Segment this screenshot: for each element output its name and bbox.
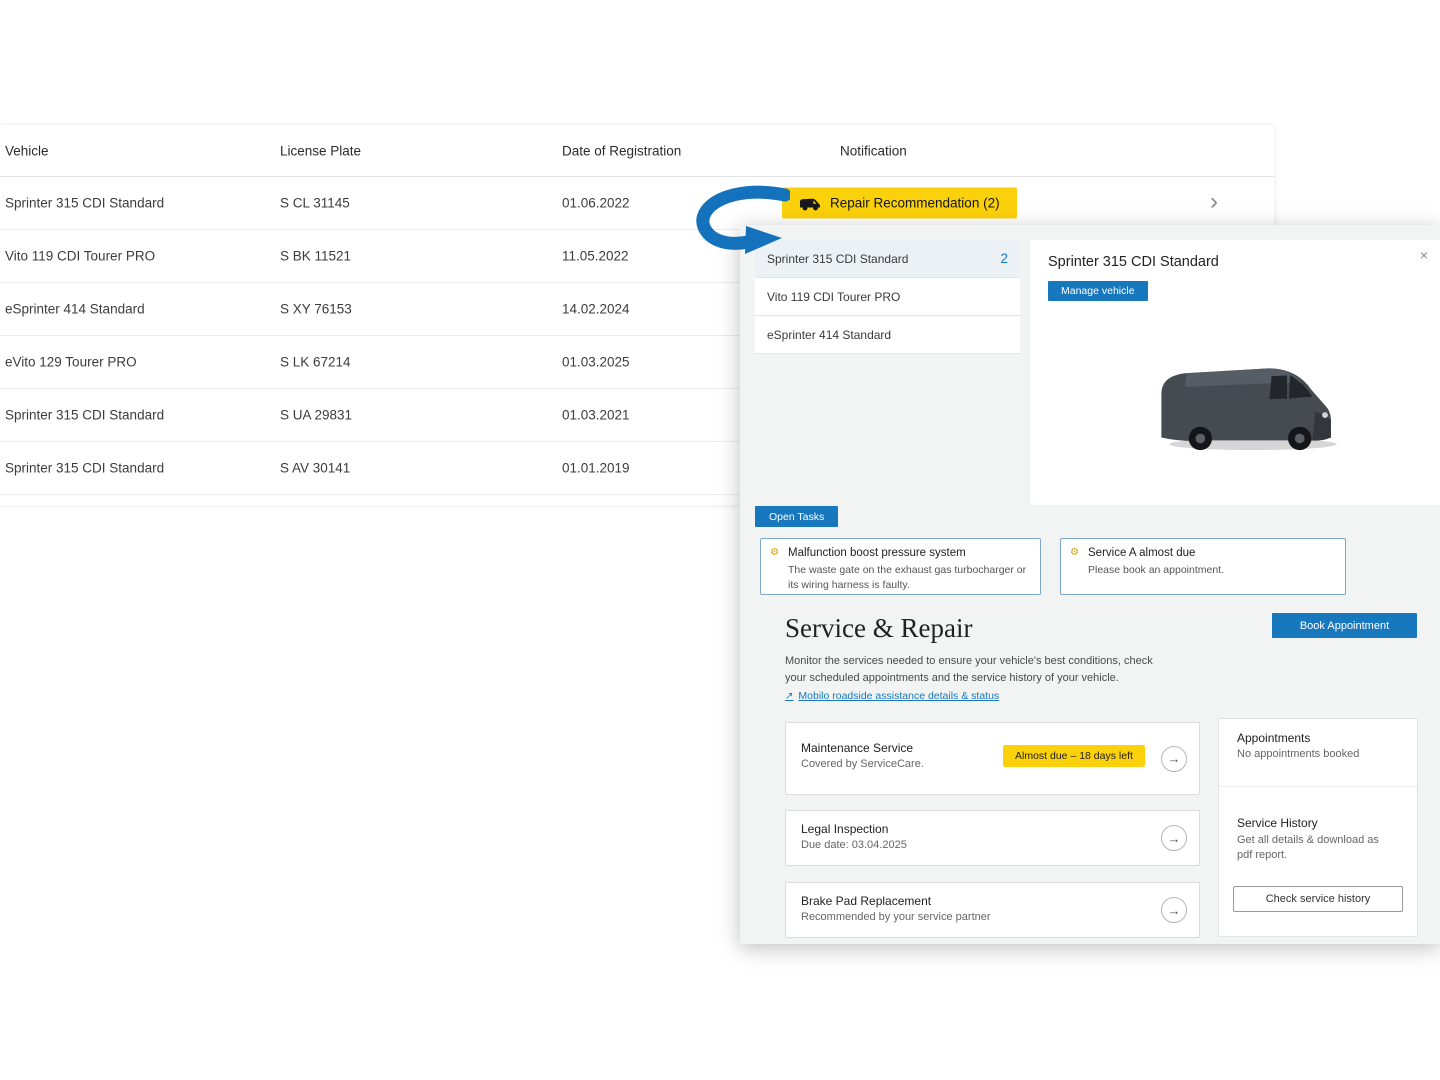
- vehicle-name: Sprinter 315 CDI Standard: [5, 461, 164, 476]
- task-description: Please book an appointment.: [1088, 563, 1336, 578]
- task-title: Malfunction boost pressure system: [788, 547, 966, 559]
- license-plate: S XY 76153: [280, 302, 352, 317]
- license-plate: S UA 29831: [280, 408, 352, 423]
- registration-date: 01.03.2025: [562, 355, 630, 370]
- legal-inspection-card[interactable]: Legal Inspection Due date: 03.04.2025 →: [785, 810, 1200, 866]
- license-plate: S LK 67214: [280, 355, 351, 370]
- vehicle-name: Sprinter 315 CDI Standard: [5, 196, 164, 211]
- repair-recommendation-button[interactable]: Repair Recommendation (2): [782, 188, 1017, 219]
- vehicle-list-item[interactable]: Vito 119 CDI Tourer PRO: [755, 278, 1020, 316]
- arrow-right-icon[interactable]: →: [1161, 897, 1187, 923]
- col-header-vehicle: Vehicle: [5, 143, 49, 158]
- vehicle-name: Vito 119 CDI Tourer PRO: [5, 249, 155, 264]
- appointments-status: No appointments booked: [1237, 748, 1359, 760]
- appointments-history-column: Appointments No appointments booked Serv…: [1218, 718, 1418, 937]
- vehicle-detail-panel: Sprinter 315 CDI Standard 2 Vito 119 CDI…: [740, 225, 1440, 944]
- close-icon[interactable]: ×: [1420, 247, 1428, 263]
- card-description: Due date: 03.04.2025: [801, 839, 907, 851]
- maintenance-service-card[interactable]: Maintenance Service Covered by ServiceCa…: [785, 722, 1200, 795]
- almost-due-badge: Almost due – 18 days left: [1003, 745, 1145, 767]
- license-plate: S AV 30141: [280, 461, 350, 476]
- col-header-registration-date: Date of Registration: [562, 143, 681, 158]
- vehicle-detail-title: Sprinter 315 CDI Standard: [1048, 254, 1219, 270]
- repair-button-label: Repair Recommendation (2): [830, 196, 1000, 211]
- mobilo-assistance-link[interactable]: ↗ Mobilo roadside assistance details & s…: [785, 690, 999, 702]
- service-gear-icon: ⚙: [1070, 547, 1079, 558]
- panel-vehicle-list: Sprinter 315 CDI Standard 2 Vito 119 CDI…: [755, 240, 1020, 354]
- task-card-malfunction[interactable]: ⚙ Malfunction boost pressure system The …: [760, 538, 1041, 595]
- vehicle-list-label: eSprinter 414 Standard: [767, 328, 891, 342]
- card-title: Brake Pad Replacement: [801, 894, 931, 908]
- van-icon: [799, 195, 821, 211]
- card-description: Recommended by your service partner: [801, 911, 991, 923]
- arrow-right-icon[interactable]: →: [1161, 825, 1187, 851]
- appointments-title: Appointments: [1237, 731, 1310, 745]
- registration-date: 01.03.2021: [562, 408, 630, 423]
- book-appointment-button[interactable]: Book Appointment: [1272, 613, 1417, 638]
- notification-count-badge: 2: [1000, 251, 1008, 266]
- vehicle-name: Sprinter 315 CDI Standard: [5, 408, 164, 423]
- registration-date: 01.01.2019: [562, 461, 630, 476]
- mobilo-link-label: Mobilo roadside assistance details & sta…: [798, 690, 999, 702]
- external-link-icon: ↗: [785, 691, 793, 702]
- task-title: Service A almost due: [1088, 547, 1195, 559]
- service-repair-heading: Service & Repair: [785, 613, 972, 644]
- page: Vehicle License Plate Date of Registrati…: [0, 0, 1440, 1080]
- vehicle-detail-card: Sprinter 315 CDI Standard × Manage vehic…: [1030, 240, 1440, 505]
- divider: [1219, 786, 1417, 787]
- service-repair-description: Monitor the services needed to ensure yo…: [785, 653, 1170, 686]
- task-card-service-due[interactable]: ⚙ Service A almost due Please book an ap…: [1060, 538, 1346, 595]
- license-plate: S BK 11521: [280, 249, 351, 264]
- vehicle-image: [1142, 343, 1360, 455]
- manage-vehicle-button[interactable]: Manage vehicle: [1048, 281, 1148, 301]
- service-history-title: Service History: [1237, 816, 1318, 830]
- vehicle-list-label: Vito 119 CDI Tourer PRO: [767, 290, 900, 304]
- arrow-right-icon[interactable]: →: [1161, 746, 1187, 772]
- card-description: Covered by ServiceCare.: [801, 758, 924, 770]
- task-description: The waste gate on the exhaust gas turboc…: [788, 563, 1031, 592]
- table-row[interactable]: Sprinter 315 CDI Standard S CL 31145 01.…: [0, 177, 1274, 230]
- table-header-row: Vehicle License Plate Date of Registrati…: [0, 125, 1274, 177]
- license-plate: S CL 31145: [280, 196, 350, 211]
- registration-date: 01.06.2022: [562, 196, 630, 211]
- vehicle-list-item[interactable]: Sprinter 315 CDI Standard 2: [755, 240, 1020, 278]
- col-header-license-plate: License Plate: [280, 143, 361, 158]
- registration-date: 14.02.2024: [562, 302, 630, 317]
- card-title: Maintenance Service: [801, 741, 913, 755]
- chevron-right-icon[interactable]: ›: [1210, 190, 1218, 214]
- callout-arrow-icon: [690, 183, 790, 257]
- open-tasks-button[interactable]: Open Tasks: [755, 506, 838, 527]
- service-gear-icon: ⚙: [770, 547, 779, 558]
- vehicle-list-item[interactable]: eSprinter 414 Standard: [755, 316, 1020, 354]
- card-title: Legal Inspection: [801, 822, 888, 836]
- check-service-history-button[interactable]: Check service history: [1233, 886, 1403, 912]
- vehicle-name: eVito 129 Tourer PRO: [5, 355, 137, 370]
- registration-date: 11.05.2022: [562, 249, 629, 264]
- service-history-description: Get all details & download as pdf report…: [1237, 833, 1389, 864]
- col-header-notification: Notification: [840, 143, 907, 158]
- vehicle-name: eSprinter 414 Standard: [5, 302, 145, 317]
- brake-pad-replacement-card[interactable]: Brake Pad Replacement Recommended by you…: [785, 882, 1200, 938]
